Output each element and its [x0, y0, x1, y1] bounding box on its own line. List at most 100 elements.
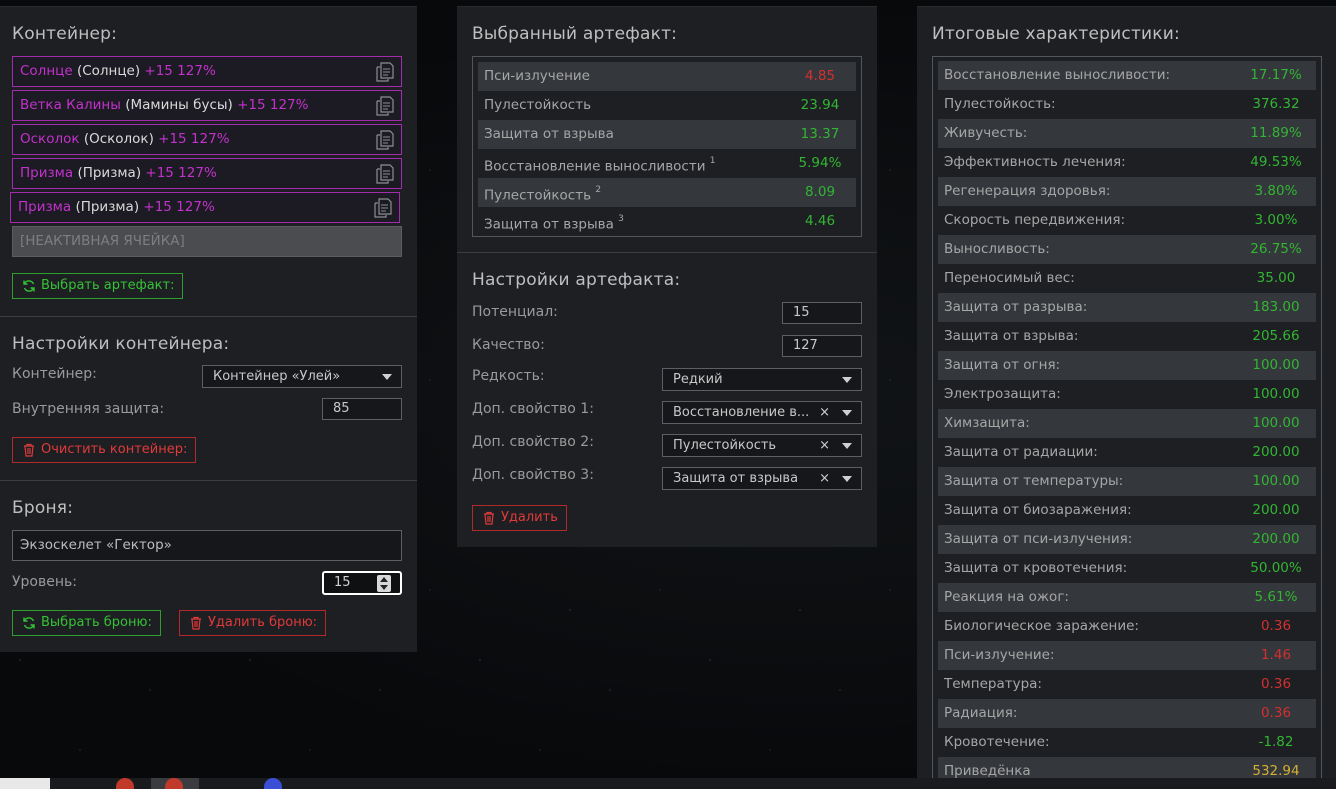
refresh-icon — [23, 280, 35, 292]
stepper-up-icon[interactable] — [380, 577, 388, 582]
totals-panel: Итоговые характеристики: Восстановление … — [917, 6, 1336, 789]
level-stepper[interactable]: 15 — [322, 571, 402, 595]
stat-name: Эффективность лечения: — [944, 154, 1126, 170]
stat-value: 200.00 — [1252, 531, 1300, 547]
extra2-label: Доп. свойство 2: — [472, 434, 594, 450]
stat-name: Защита от температуры: — [944, 473, 1124, 489]
total-stat-row: Защита от радиации: 200.00 — [938, 438, 1316, 467]
stat-value: 200.00 — [1252, 444, 1300, 460]
slot-artifact-bonus: +15 127% — [144, 63, 216, 79]
taskbar-app-icon[interactable] — [0, 778, 50, 789]
total-stat-row: Защита от пси-излучения: 200.00 — [938, 525, 1316, 554]
inner-protection-input[interactable]: 85 — [322, 398, 402, 420]
stat-value: 13.37 — [800, 126, 840, 142]
artifact-settings-title: Настройки артефакта: — [472, 270, 681, 290]
extra1-select[interactable]: Восстановление в... × — [662, 401, 862, 424]
delete-artifact-button[interactable]: Удалить — [472, 505, 567, 531]
stat-name: Пулестойкость: — [944, 96, 1056, 112]
clear-container-button[interactable]: Очистить контейнер: — [12, 437, 197, 463]
choose-artifact-label: Выбрать артефакт: — [41, 278, 175, 293]
level-value: 15 — [334, 575, 351, 590]
stat-name: Регенерация здоровья: — [944, 183, 1111, 199]
slot-artifact-type: (Мамины бусы) — [125, 97, 233, 113]
stat-name: Биологическое заражение: — [944, 618, 1139, 634]
stat-value: 4.46 — [804, 213, 836, 229]
totals-title: Итоговые характеристики: — [932, 24, 1180, 44]
stat-value: 200.00 — [1252, 502, 1300, 518]
stat-name: Живучесть: — [944, 125, 1028, 141]
total-stat-row: Эффективность лечения: 49.53% — [938, 148, 1316, 177]
extra3-select[interactable]: Защита от взрыва × — [662, 467, 862, 490]
taskbar — [0, 778, 1336, 789]
clear-icon[interactable]: × — [819, 435, 830, 456]
stat-value: 11.89% — [1250, 125, 1302, 141]
total-stat-row: Химзащита: 100.00 — [938, 409, 1316, 438]
divider — [0, 316, 417, 317]
slot-artifact-bonus: +15 127% — [143, 199, 215, 215]
copy-icon[interactable] — [376, 62, 394, 82]
slot-artifact-type: (Осколок) — [83, 131, 154, 147]
stepper-down-icon[interactable] — [380, 585, 388, 590]
armor-input[interactable]: Экзоскелет «Гектор» — [12, 530, 402, 561]
stat-value: 100.00 — [1252, 415, 1300, 431]
total-stat-row: Пулестойкость: 376.32 — [938, 90, 1316, 119]
potential-input[interactable]: 15 — [782, 302, 862, 324]
stat-value: -1.82 — [1258, 734, 1294, 750]
clear-icon[interactable]: × — [819, 402, 830, 423]
extra1-label: Доп. свойство 1: — [472, 401, 594, 417]
artifact-slot-4[interactable]: Призма (Призма) +15 127% — [12, 158, 402, 189]
chevron-down-icon — [842, 410, 852, 416]
divider — [457, 252, 877, 253]
slot-artifact-name: Призма — [18, 199, 72, 215]
delete-artifact-label: Удалить — [501, 510, 558, 525]
artifact-stats-table: Пси-излучение 4.85 Пулестойкость 23.94 Защ… — [472, 56, 862, 237]
total-stat-row: Восстановление выносливости: 17.17% — [938, 61, 1316, 90]
stat-name: Защита от пси-излучения: — [944, 531, 1133, 547]
total-stat-row: Скорость передвижения: 3.00% — [938, 206, 1316, 235]
stat-value: 49.53% — [1250, 154, 1302, 170]
artifact-slot-2[interactable]: Ветка Калины (Мамины бусы) +15 127% — [12, 90, 402, 121]
stat-value: 0.36 — [1260, 705, 1292, 721]
copy-icon[interactable] — [376, 96, 394, 116]
total-stat-row: Пси-излучение: 1.46 — [938, 641, 1316, 670]
taskbar-app-icon[interactable] — [116, 778, 134, 789]
container-settings-title: Настройки контейнера: — [12, 334, 230, 354]
chevron-down-icon — [842, 377, 852, 383]
stat-name: Скорость передвижения: — [944, 212, 1126, 228]
stat-value: 5.94% — [798, 155, 842, 171]
artifact-slot-5[interactable]: Призма (Призма) +15 127% — [10, 192, 400, 223]
taskbar-app-icon[interactable] — [264, 778, 282, 789]
inner-protection-label: Внутренняя защита: — [12, 401, 165, 417]
totals-table: Восстановление выносливости: 17.17% Пулест… — [932, 56, 1322, 789]
refresh-icon — [23, 617, 35, 629]
trash-icon — [24, 443, 34, 457]
copy-icon[interactable] — [376, 164, 394, 184]
choose-armor-button[interactable]: Выбрать броню: — [12, 610, 161, 636]
delete-armor-button[interactable]: Удалить броню: — [179, 610, 327, 636]
artifact-panel: Выбранный артефакт: Пси-излучение 4.85 Пу… — [457, 6, 877, 547]
rarity-select[interactable]: Редкий — [662, 368, 862, 391]
artifact-slot-3[interactable]: Осколок (Осколок) +15 127% — [12, 124, 402, 155]
artifact-slot-1[interactable]: Солнце (Солнце) +15 127% — [12, 56, 402, 87]
clear-icon[interactable]: × — [819, 468, 830, 489]
trash-icon — [484, 511, 494, 525]
choose-armor-label: Выбрать броню: — [41, 615, 152, 630]
stat-value: 0.36 — [1260, 676, 1292, 692]
taskbar-app-icon[interactable] — [165, 778, 183, 789]
choose-artifact-button[interactable]: Выбрать артефакт: — [12, 273, 184, 299]
container-select-value: Контейнер «Улей» — [213, 369, 341, 384]
total-stat-row: Реакция на ожог: 5.61% — [938, 583, 1316, 612]
stat-value: 100.00 — [1252, 473, 1300, 489]
quality-input[interactable]: 127 — [782, 335, 862, 357]
container-select[interactable]: Контейнер «Улей» — [202, 365, 402, 388]
copy-icon[interactable] — [376, 130, 394, 150]
stepper-arrows[interactable] — [377, 575, 391, 592]
copy-icon[interactable] — [374, 198, 392, 218]
total-stat-row: Регенерация здоровья: 3.80% — [938, 177, 1316, 206]
stat-value: 5.61% — [1254, 589, 1298, 605]
slot-artifact-name: Осколок — [20, 131, 80, 147]
extra2-select[interactable]: Пулестойкость × — [662, 434, 862, 457]
container-panel: Контейнер: Солнце (Солнце) +15 127% Ветк… — [0, 6, 417, 652]
slot-artifact-bonus: +15 127% — [145, 165, 217, 181]
level-label: Уровень: — [12, 574, 77, 590]
